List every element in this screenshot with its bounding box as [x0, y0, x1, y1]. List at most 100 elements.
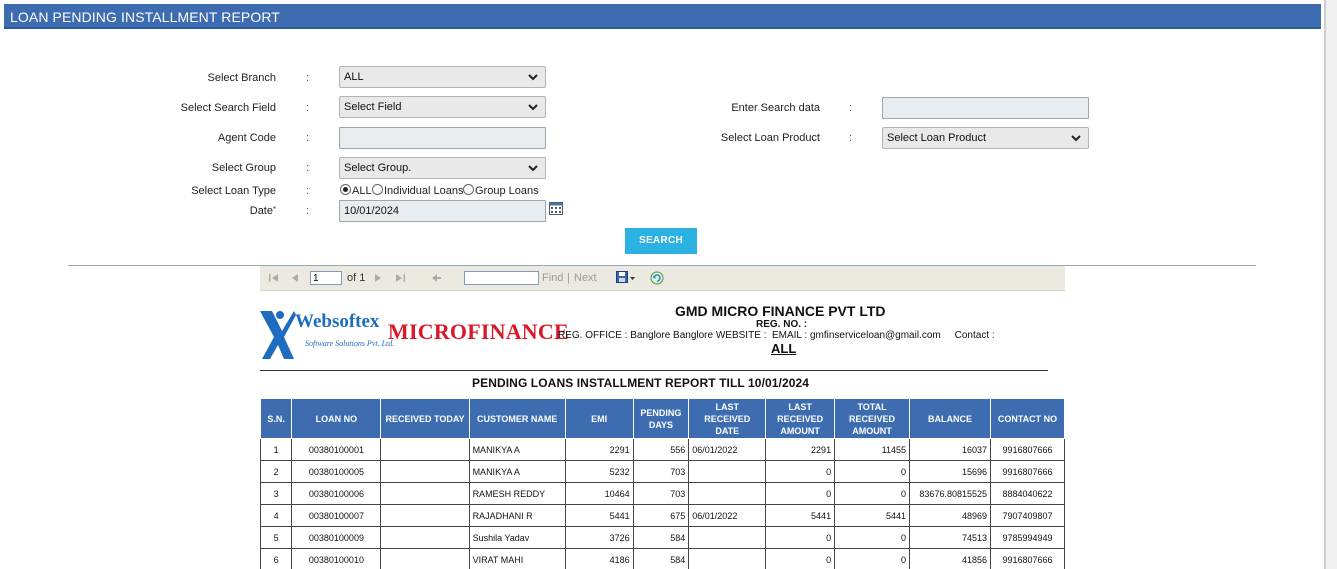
table-cell: 0 [765, 460, 836, 483]
websoftex-logo-subtext: Software Solutions Pvt. Ltd. [305, 339, 395, 348]
table-row: 6 00380100010 VIRAT MAHI 4186 584 0 0 41856 9916… [259, 548, 1065, 569]
find-input[interactable] [464, 271, 539, 285]
table-cell: 703 [632, 482, 690, 505]
table-cell: 0 [765, 482, 836, 505]
table-cell: 74513 [909, 526, 991, 549]
table-cell [688, 460, 767, 483]
office-value: Banglore Banglore [630, 330, 714, 341]
agent-code-input[interactable] [339, 127, 546, 149]
table-cell: 00380100006 [291, 482, 382, 505]
colon: : [306, 102, 310, 114]
table-cell: 9916807666 [990, 438, 1065, 461]
table-cell: 0 [834, 482, 910, 505]
table-cell: 5441 [834, 504, 910, 527]
export-icon[interactable] [616, 271, 636, 284]
table-cell: 4 [259, 504, 293, 527]
table-cell: 4186 [564, 548, 634, 569]
table-cell [380, 548, 470, 569]
office-line: REG. OFFICE : Banglore Banglore WEBSITE … [558, 330, 995, 341]
toolbar-separator: | [567, 272, 570, 284]
find-link[interactable]: Find [542, 272, 563, 284]
table-cell: 11455 [834, 438, 910, 461]
table-cell: 1 [259, 438, 293, 461]
calendar-icon[interactable] [549, 202, 563, 215]
date-input[interactable]: 10/01/2024 [339, 200, 546, 222]
next-page-icon[interactable] [374, 273, 382, 283]
office-label: REG. OFFICE : [558, 330, 628, 341]
table-cell: 584 [632, 548, 690, 569]
report-toolbar: 1 of 1 Find | Next [260, 266, 1065, 291]
report-table: S.N. LOAN NO RECEIVED TODAY CUSTOMER NAME EM… [259, 398, 1065, 569]
page-number-input[interactable]: 1 [310, 271, 342, 285]
table-cell: 5232 [564, 460, 634, 483]
table-cell: 00380100005 [291, 460, 382, 483]
first-page-icon[interactable] [269, 273, 279, 283]
table-cell: 83676.80815525 [909, 482, 991, 505]
branch-select[interactable]: ALL [339, 66, 546, 88]
report-rule [260, 370, 1048, 371]
table-cell: RAJADHANI R [468, 504, 566, 527]
required-mark: * [273, 205, 277, 214]
table-cell: 703 [632, 460, 690, 483]
table-cell: MANIKYA A [468, 438, 566, 461]
table-cell: 0 [834, 526, 910, 549]
column-header: LAST RECEIVED AMOUNT [765, 398, 836, 439]
branch-select-value: ALL [344, 71, 364, 83]
page-count: of 1 [347, 272, 366, 284]
group-select[interactable]: Select Group. [339, 157, 546, 179]
table-cell [380, 482, 470, 505]
colon: : [306, 132, 310, 144]
table-cell: 2291 [564, 438, 634, 461]
table-cell: 2291 [765, 438, 836, 461]
table-body: 1 00380100001 MANIKYA A 2291 556 06/01/2022 22… [259, 438, 1065, 569]
colon: : [849, 132, 853, 144]
table-cell: 06/01/2022 [688, 504, 767, 527]
table-cell [688, 482, 767, 505]
loan-type-group-radio[interactable] [463, 184, 474, 195]
email-value: gmfinserviceloan@gmail.com [809, 330, 941, 341]
table-cell: 06/01/2022 [688, 438, 767, 461]
table-header-row: S.N. LOAN NO RECEIVED TODAY CUSTOMER NAME EM… [259, 398, 1065, 439]
table-row: 1 00380100001 MANIKYA A 2291 556 06/01/2022 22… [259, 438, 1065, 461]
table-cell: 8884040622 [990, 482, 1065, 505]
websoftex-logo-text: Websoftex [295, 311, 380, 332]
loan-type-individual-label: Individual Loans [384, 185, 464, 197]
table-cell: VIRAT MAHI [468, 548, 566, 569]
loan-type-all-label: ALL [352, 185, 372, 197]
chevron-down-icon [528, 74, 538, 81]
loan-product-select[interactable]: Select Loan Product [882, 127, 1089, 149]
refresh-icon[interactable] [650, 271, 664, 285]
table-cell: Sushila Yadav [468, 526, 566, 549]
report-page: Websoftex Software Solutions Pvt. Ltd. M… [259, 292, 1065, 569]
branch-label: Select Branch [207, 72, 276, 84]
next-link[interactable]: Next [574, 272, 597, 284]
column-header: TOTAL RECEIVED AMOUNT [834, 398, 910, 439]
last-page-icon[interactable] [395, 273, 405, 283]
table-cell: 0 [834, 548, 910, 569]
loan-product-label: Select Loan Product [720, 132, 820, 144]
search-button[interactable]: SEARCH [625, 228, 697, 254]
loan-type-all-radio[interactable] [340, 184, 351, 195]
search-data-input[interactable] [882, 97, 1089, 119]
table-cell [688, 548, 767, 569]
table-cell: 2 [259, 460, 293, 483]
column-header: S.N. [259, 398, 293, 439]
branch-heading: ALL [771, 341, 797, 356]
vertical-scrollbar[interactable] [1325, 0, 1337, 569]
chevron-down-icon [1071, 135, 1081, 142]
table-cell: 00380100009 [291, 526, 382, 549]
previous-page-icon[interactable] [291, 273, 299, 283]
column-header: EMI [564, 398, 634, 439]
back-icon[interactable] [431, 273, 441, 283]
table-cell: 9916807666 [990, 548, 1065, 569]
table-cell: 9785994949 [990, 526, 1065, 549]
table-cell: 00380100007 [291, 504, 382, 527]
email-label: EMAIL : [771, 330, 808, 341]
search-field-select[interactable]: Select Field [339, 96, 546, 118]
column-header: CUSTOMER NAME [468, 398, 566, 439]
contact-label: Contact : [954, 330, 995, 341]
page-title: LOAN PENDING INSTALLMENT REPORT [10, 9, 280, 25]
loan-type-individual-radio[interactable] [372, 184, 383, 195]
search-field-label: Select Search Field [180, 102, 276, 114]
table-cell: 5441 [765, 504, 836, 527]
